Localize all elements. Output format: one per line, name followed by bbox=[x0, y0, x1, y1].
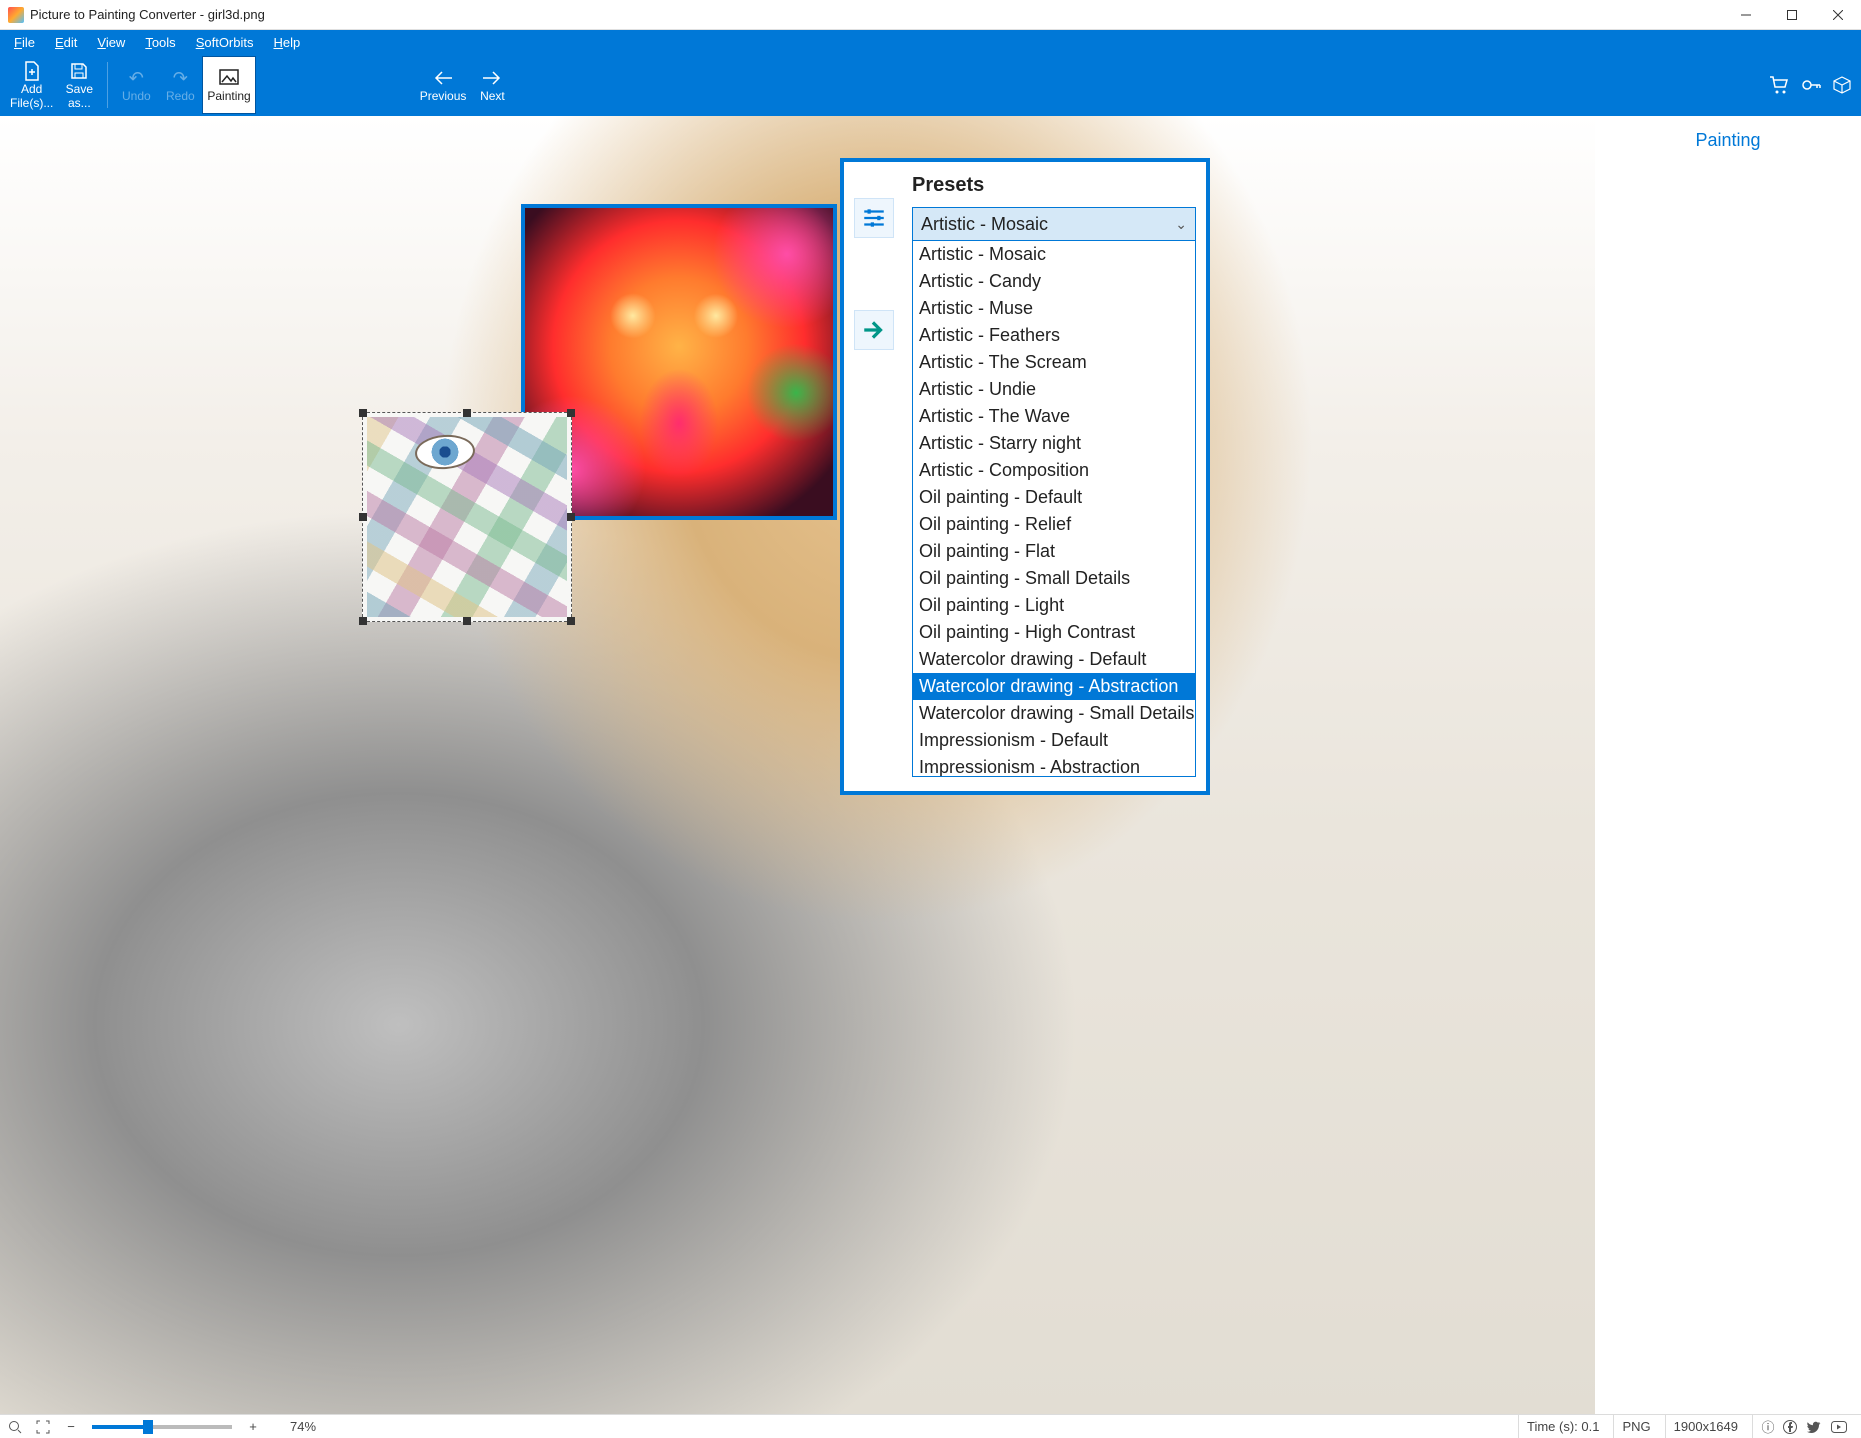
facebook-icon[interactable] bbox=[1783, 1420, 1801, 1434]
painting-label: Painting bbox=[207, 89, 250, 103]
menu-bar: File Edit View Tools SoftOrbits Help bbox=[0, 30, 1861, 54]
painting-button[interactable]: Painting bbox=[202, 56, 255, 114]
preset-option[interactable]: Watercolor drawing - Abstraction bbox=[913, 673, 1195, 700]
preset-option[interactable]: Oil painting - Small Details bbox=[913, 565, 1195, 592]
preset-option[interactable]: Oil painting - Default bbox=[913, 484, 1195, 511]
undo-label: Undo bbox=[122, 89, 151, 103]
sliders-icon[interactable] bbox=[854, 198, 894, 238]
menu-edit[interactable]: Edit bbox=[45, 33, 87, 52]
preset-option[interactable]: Artistic - Muse bbox=[913, 295, 1195, 322]
menu-help-label: elp bbox=[283, 35, 300, 50]
undo-button[interactable]: ↶ Undo bbox=[114, 56, 158, 114]
info-icon[interactable]: ⓘ bbox=[1759, 1417, 1777, 1436]
redo-label: Redo bbox=[166, 89, 195, 103]
menu-softorbits-label: oftOrbits bbox=[204, 35, 253, 50]
presets-selected: Artistic - Mosaic bbox=[921, 214, 1048, 235]
painting-icon bbox=[219, 67, 239, 89]
fit-screen-icon[interactable] bbox=[32, 1417, 54, 1437]
presets-combobox[interactable]: Artistic - Mosaic ⌄ bbox=[912, 207, 1196, 241]
preset-option[interactable]: Watercolor drawing - Small Details bbox=[913, 700, 1195, 727]
chevron-down-icon: ⌄ bbox=[1175, 216, 1187, 233]
resize-handle[interactable] bbox=[463, 409, 471, 417]
previous-button[interactable]: Previous bbox=[416, 56, 471, 114]
undo-icon: ↶ bbox=[129, 67, 144, 89]
preset-option[interactable]: Impressionism - Abstraction bbox=[913, 754, 1195, 777]
zoom-in-button[interactable]: + bbox=[242, 1417, 264, 1437]
preset-option[interactable]: Artistic - Feathers bbox=[913, 322, 1195, 349]
next-icon bbox=[483, 67, 501, 89]
save-as-button[interactable]: Save as... bbox=[57, 56, 101, 114]
maximize-button[interactable] bbox=[1769, 0, 1815, 30]
preset-option[interactable]: Oil painting - Light bbox=[913, 592, 1195, 619]
toolbar: Add File(s)... Save as... ↶ Undo ↷ Redo … bbox=[0, 54, 1861, 116]
zoom-tool-icon[interactable] bbox=[4, 1417, 26, 1437]
next-label: Next bbox=[480, 89, 505, 103]
save-icon bbox=[70, 60, 88, 82]
app-icon bbox=[8, 7, 24, 23]
previous-label: Previous bbox=[420, 89, 467, 103]
preset-option[interactable]: Oil painting - High Contrast bbox=[913, 619, 1195, 646]
preset-option[interactable]: Artistic - Starry night bbox=[913, 430, 1195, 457]
apply-arrow-icon[interactable] bbox=[854, 310, 894, 350]
add-files-label: Add File(s)... bbox=[10, 82, 53, 110]
previous-icon bbox=[434, 67, 452, 89]
presets-dropdown-list[interactable]: Artistic - MosaicArtistic - CandyArtisti… bbox=[912, 241, 1196, 777]
cart-icon[interactable] bbox=[1769, 76, 1789, 94]
preset-option[interactable]: Impressionism - Default bbox=[913, 727, 1195, 754]
minimize-button[interactable] bbox=[1723, 0, 1769, 30]
canvas-area[interactable]: Presets Artistic - Mosaic ⌄ Artistic - M… bbox=[0, 116, 1595, 1414]
status-time: Time (s): 0.1 bbox=[1518, 1415, 1607, 1438]
resize-handle[interactable] bbox=[567, 513, 575, 521]
window-title: Picture to Painting Converter - girl3d.p… bbox=[30, 7, 265, 22]
add-files-button[interactable]: Add File(s)... bbox=[6, 56, 57, 114]
side-panel: Painting bbox=[1595, 116, 1861, 1414]
selection-region[interactable] bbox=[362, 412, 572, 622]
preset-option[interactable]: Artistic - Undie bbox=[913, 376, 1195, 403]
preset-option[interactable]: Artistic - Mosaic bbox=[913, 241, 1195, 268]
menu-edit-label: dit bbox=[64, 35, 78, 50]
menu-file[interactable]: File bbox=[4, 33, 45, 52]
resize-handle[interactable] bbox=[567, 409, 575, 417]
package-icon[interactable] bbox=[1833, 76, 1851, 94]
add-file-icon bbox=[23, 60, 41, 82]
menu-tools-label: ools bbox=[152, 35, 176, 50]
close-button[interactable] bbox=[1815, 0, 1861, 30]
resize-handle[interactable] bbox=[567, 617, 575, 625]
redo-button[interactable]: ↷ Redo bbox=[158, 56, 202, 114]
menu-softorbits[interactable]: SoftOrbits bbox=[186, 33, 264, 52]
menu-file-label: ile bbox=[22, 35, 35, 50]
status-bar: − + 74% Time (s): 0.1 PNG 1900x1649 ⓘ bbox=[0, 1414, 1861, 1438]
next-button[interactable]: Next bbox=[470, 56, 514, 114]
menu-help[interactable]: Help bbox=[263, 33, 310, 52]
resize-handle[interactable] bbox=[359, 617, 367, 625]
menu-view-label: iew bbox=[106, 35, 126, 50]
painting-tab[interactable]: Painting bbox=[1595, 116, 1861, 165]
preset-option[interactable]: Artistic - Composition bbox=[913, 457, 1195, 484]
twitter-icon[interactable] bbox=[1807, 1420, 1825, 1434]
presets-panel: Presets Artistic - Mosaic ⌄ Artistic - M… bbox=[840, 158, 1210, 795]
menu-view[interactable]: View bbox=[87, 33, 135, 52]
status-format: PNG bbox=[1613, 1415, 1658, 1438]
menu-tools[interactable]: Tools bbox=[135, 33, 185, 52]
zoom-slider[interactable] bbox=[92, 1425, 232, 1429]
status-dimensions: 1900x1649 bbox=[1665, 1415, 1746, 1438]
resize-handle[interactable] bbox=[359, 513, 367, 521]
preset-option[interactable]: Oil painting - Relief bbox=[913, 511, 1195, 538]
resize-handle[interactable] bbox=[359, 409, 367, 417]
save-as-label: Save as... bbox=[66, 82, 93, 110]
redo-icon: ↷ bbox=[173, 67, 188, 89]
preset-option[interactable]: Artistic - The Wave bbox=[913, 403, 1195, 430]
zoom-percent-label: 74% bbox=[290, 1419, 316, 1434]
youtube-icon[interactable] bbox=[1831, 1421, 1849, 1433]
preset-option[interactable]: Oil painting - Flat bbox=[913, 538, 1195, 565]
preset-option[interactable]: Watercolor drawing - Default bbox=[913, 646, 1195, 673]
zoom-out-button[interactable]: − bbox=[60, 1417, 82, 1437]
preset-option[interactable]: Artistic - Candy bbox=[913, 268, 1195, 295]
preset-option[interactable]: Artistic - The Scream bbox=[913, 349, 1195, 376]
presets-header: Presets bbox=[912, 174, 1196, 197]
title-bar: Picture to Painting Converter - girl3d.p… bbox=[0, 0, 1861, 30]
resize-handle[interactable] bbox=[463, 617, 471, 625]
key-icon[interactable] bbox=[1801, 76, 1821, 94]
